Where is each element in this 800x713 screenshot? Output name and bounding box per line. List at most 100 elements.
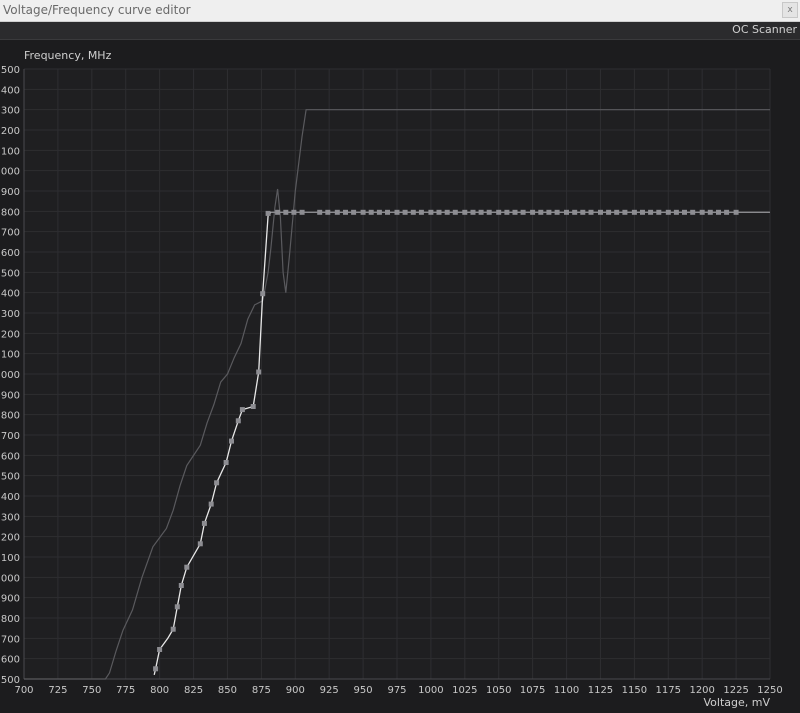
curve-point-handle[interactable] [606,209,612,215]
curve-point-handle[interactable] [256,369,262,375]
curve-point-handle[interactable] [622,209,628,215]
x-tick-label: 750 [82,685,101,696]
curve-point-handle[interactable] [283,209,289,215]
curve-point-handle[interactable] [157,647,163,652]
curve-point-handle[interactable] [462,209,468,215]
curve-point-handle[interactable] [174,604,180,610]
y-tick-label: 3000 [0,167,20,178]
curve-point-handle[interactable] [673,209,679,215]
x-tick-label: 1150 [622,685,647,696]
curve-point-handle[interactable] [588,209,594,215]
curve-point-handle[interactable] [265,210,271,216]
curve-point-handle[interactable] [197,541,203,547]
curve-point-handle[interactable] [580,209,586,215]
curve-point-handle[interactable] [470,209,476,215]
x-tick-label: 1025 [452,685,477,696]
curve-point-handle[interactable] [572,209,578,215]
curve-point-handle[interactable] [385,209,390,215]
curve-point-handle[interactable] [656,209,662,215]
curve-point-handle[interactable] [418,209,424,215]
x-tick-label: 775 [116,685,135,696]
curve-point-handle[interactable] [376,209,382,215]
y-tick-label: 1700 [0,431,20,442]
curve-point-handle[interactable] [291,209,297,215]
curve-point-handle[interactable] [201,520,207,526]
curve-point-handle[interactable] [317,209,323,215]
x-tick-label: 850 [218,685,237,696]
curve-point-handle[interactable] [699,209,705,215]
curve-point-handle[interactable] [614,209,620,215]
curve-point-handle[interactable] [598,209,603,215]
curve-point-handle[interactable] [351,209,357,215]
curve-point-handle[interactable] [153,666,159,672]
curve-point-handle[interactable] [239,407,245,413]
y-tick-label: 1200 [0,533,20,544]
y-tick-label: 1000 [0,573,20,584]
curve-point-handle[interactable] [504,209,510,215]
curve-point-handle[interactable] [299,209,305,215]
curve-point-handle[interactable] [564,209,569,215]
vf-curve-chart[interactable]: 5006007008009001000110012001300140015001… [0,40,800,713]
curve-point-handle[interactable] [648,209,654,215]
curve-point-handle[interactable] [640,209,645,215]
oc-scanner-button[interactable]: OC Scanner [732,23,797,36]
curve-point-handle[interactable] [444,209,450,215]
curve-point-handle[interactable] [260,291,266,297]
curve-point-handle[interactable] [402,209,408,215]
curve-point-handle[interactable] [682,209,687,215]
y-tick-label: 700 [1,634,20,645]
curve-point-handle[interactable] [334,209,340,215]
x-tick-label: 1175 [656,685,681,696]
x-tick-label: 1075 [520,685,545,696]
curve-point-handle[interactable] [178,583,184,588]
curve-point-handle[interactable] [275,209,281,215]
curve-point-handle[interactable] [724,209,730,215]
curve-point-handle[interactable] [478,209,484,215]
curve-point-handle[interactable] [631,209,637,215]
curve-point-handle[interactable] [394,209,400,215]
curve-point-handle[interactable] [223,460,229,465]
curve-point-handle[interactable] [208,501,214,507]
curve-point-handle[interactable] [368,209,374,215]
curve-point-handle[interactable] [360,209,366,215]
curve-point-handle[interactable] [229,438,234,444]
curve-point-handle[interactable] [486,209,492,215]
curve-point-handle[interactable] [733,209,739,215]
curve-point-handle[interactable] [343,209,348,215]
y-tick-label: 2200 [0,329,20,340]
curve-point-handle[interactable] [428,209,434,215]
curve-point-handle[interactable] [690,209,696,215]
curve-point-handle[interactable] [436,209,442,215]
curve-point-handle[interactable] [707,209,713,215]
curve-point-handle[interactable] [410,209,416,215]
x-tick-label: 1050 [486,685,511,696]
y-tick-label: 2800 [0,207,20,218]
curve-point-handle[interactable] [235,418,241,424]
x-axis-title: Voltage, mV [704,696,771,709]
curve-point-handle[interactable] [214,480,220,486]
curve-point-handle[interactable] [452,209,458,215]
y-tick-label: 1300 [0,512,20,523]
x-tick-label: 975 [387,685,406,696]
title-bar[interactable]: Voltage/Frequency curve editor x [0,0,800,22]
curve-point-handle[interactable] [325,209,331,215]
curve-point-handle[interactable] [170,626,176,632]
curve-point-handle[interactable] [665,209,671,215]
curve-point-handle[interactable] [496,209,502,215]
curve-point-handle[interactable] [520,209,526,215]
close-button[interactable]: x [782,2,798,18]
y-tick-label: 800 [1,614,20,625]
curve-point-handle[interactable] [716,209,721,215]
curve-point-handle[interactable] [546,209,552,215]
x-tick-label: 1100 [554,685,579,696]
y-axis-title: Frequency, MHz [24,49,112,62]
curve-point-handle[interactable] [250,404,256,409]
curve-point-handle[interactable] [512,209,518,215]
curve-point-handle[interactable] [554,209,560,215]
curve-point-handle[interactable] [184,564,190,570]
curve-point-handle[interactable] [538,209,544,215]
window-title: Voltage/Frequency curve editor [3,3,191,17]
x-tick-label: 875 [252,685,271,696]
curve-point-handle[interactable] [530,209,536,215]
x-tick-label: 1250 [757,685,782,696]
